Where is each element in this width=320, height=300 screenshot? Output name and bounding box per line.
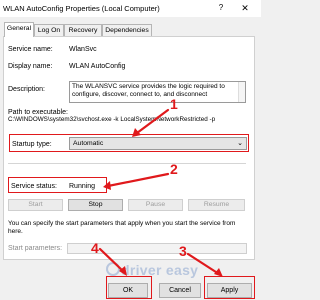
arrow-2	[106, 172, 170, 188]
arrowhead-3	[214, 268, 223, 277]
arrowhead-1	[132, 128, 141, 137]
arrowhead-2	[103, 181, 111, 190]
arrow-4	[98, 247, 126, 274]
arrow-3	[186, 252, 221, 276]
step-number-4: 4	[91, 240, 99, 256]
arrow-1	[135, 108, 170, 135]
tab-general[interactable]: General	[4, 22, 34, 37]
step-number-2: 2	[170, 161, 178, 177]
annotation-arrows	[98, 108, 223, 277]
step-number-1: 1	[170, 96, 178, 112]
step-number-3: 3	[179, 243, 187, 259]
